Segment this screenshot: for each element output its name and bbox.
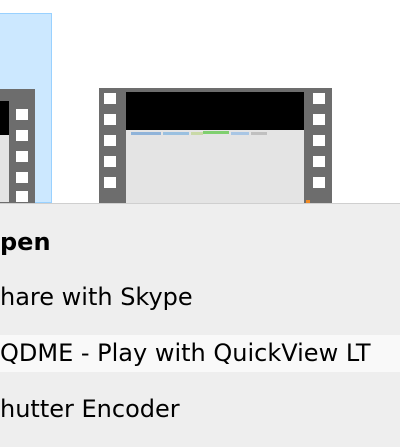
menu-item-quickview[interactable]: QDME - Play with QuickView LT bbox=[0, 335, 400, 372]
menu-item-open[interactable]: pen bbox=[0, 224, 400, 261]
menu-item-shutter-encoder[interactable]: hutter Encoder bbox=[0, 391, 400, 428]
menu-item-shutter-encoder-label: hutter Encoder bbox=[0, 395, 180, 423]
context-menu: pen hare with Skype QDME - Play with Qui… bbox=[0, 203, 400, 447]
menu-item-share-skype-label: hare with Skype bbox=[0, 283, 193, 311]
menu-item-share-skype[interactable]: hare with Skype bbox=[0, 279, 400, 316]
menu-item-quickview-label: QDME - Play with QuickView LT bbox=[0, 339, 371, 367]
menu-item-open-label: pen bbox=[0, 228, 51, 256]
video-file-icon-selected[interactable] bbox=[0, 89, 35, 204]
video-file-icon[interactable] bbox=[99, 88, 332, 203]
selected-file-tile[interactable] bbox=[0, 13, 52, 204]
file-icon-area bbox=[0, 0, 400, 204]
